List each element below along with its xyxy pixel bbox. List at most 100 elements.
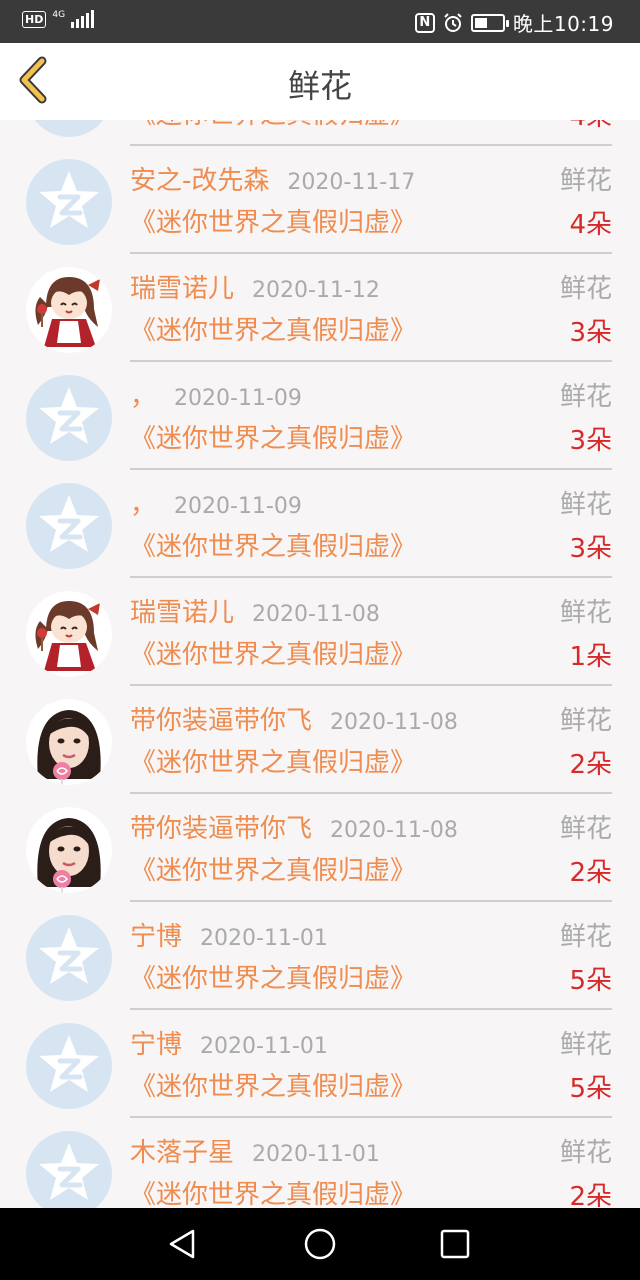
app-header: 鲜花 — [0, 43, 640, 120]
flower-quantity: 4朵 — [569, 210, 612, 240]
list-item[interactable]: 瑞雪诺儿 2020-11-08 鲜花《迷你世界之真假归虚》 1朵 — [0, 580, 640, 688]
gift-date: 2020-11-08 — [252, 602, 380, 627]
row-divider — [130, 1116, 612, 1118]
name-date-line: 带你装逼带你飞 2020-11-08 — [130, 808, 458, 846]
qzone-star-avatar[interactable] — [26, 483, 112, 569]
name-date-line: 宁博 2020-11-01 — [130, 1024, 328, 1062]
status-left: HD 4G — [22, 10, 95, 28]
network-type: 4G — [52, 10, 66, 20]
row-divider — [130, 144, 612, 146]
alarm-icon — [444, 12, 462, 32]
gift-date: 2020-11-12 — [252, 278, 380, 303]
user-name[interactable]: ， — [130, 484, 156, 521]
gift-date: 2020-11-01 — [252, 1142, 380, 1167]
back-triangle-icon[interactable] — [165, 1226, 201, 1262]
user-name[interactable]: 宁博 — [130, 1024, 182, 1061]
row-divider — [130, 252, 612, 254]
gift-date: 2020-11-09 — [174, 386, 302, 411]
flower-quantity: 3朵 — [569, 426, 612, 456]
row-divider — [130, 576, 612, 578]
navigation-bar — [0, 1208, 640, 1280]
battery-icon — [470, 13, 509, 32]
gift-date: 2020-11-08 — [330, 710, 458, 735]
gift-type: 鲜花 — [559, 1030, 612, 1060]
flower-quantity: 3朵 — [569, 318, 612, 348]
name-date-line: 安之-改先森 2020-11-17 — [130, 160, 415, 198]
gift-date: 2020-11-09 — [174, 494, 302, 519]
status-right: N 晚上10:19 — [414, 8, 614, 37]
home-circle-icon[interactable] — [302, 1226, 338, 1262]
gift-type: 鲜花 — [559, 382, 612, 412]
row-divider — [130, 1008, 612, 1010]
map-title-link[interactable]: 《迷你世界之真假归虚》 — [130, 742, 416, 779]
gift-type: 鲜花 — [559, 490, 612, 520]
gift-type: 鲜花 — [559, 598, 612, 628]
anime-girl-avatar[interactable] — [26, 591, 112, 677]
signal-icon — [71, 10, 95, 28]
map-title-link[interactable]: 《迷你世界之真假归虚》 — [130, 634, 416, 671]
user-name[interactable]: 瑞雪诺儿 — [130, 268, 234, 305]
flower-quantity: 2朵 — [569, 1182, 612, 1208]
flower-quantity: 2朵 — [569, 750, 612, 780]
map-title-link[interactable]: 《迷你世界之真假归虚》 — [130, 310, 416, 347]
nfc-icon: N — [414, 12, 435, 33]
list-item[interactable]: 带你装逼带你飞 2020-11-08 鲜花《迷你世界之真假归虚》 2朵 — [0, 688, 640, 796]
gift-date: 2020-11-17 — [287, 170, 416, 195]
flower-quantity: 1朵 — [569, 642, 612, 672]
qzone-star-avatar[interactable] — [26, 120, 112, 137]
map-title-link[interactable]: 《迷你世界之真假归虚》 — [130, 1174, 416, 1208]
list-item[interactable]: ， 2020-11-09 鲜花《迷你世界之真假归虚》 3朵 — [0, 364, 640, 472]
gift-type: 鲜花 — [559, 814, 612, 844]
qzone-star-avatar[interactable] — [26, 1023, 112, 1109]
flower-quantity: 2朵 — [569, 858, 612, 888]
list-item[interactable]: 带你装逼带你飞 2020-11-08 鲜花《迷你世界之真假归虚》 2朵 — [0, 796, 640, 904]
name-date-line: ， 2020-11-09 — [130, 484, 302, 522]
list-item[interactable]: 宁博 2020-11-01 鲜花《迷你世界之真假归虚》 5朵 — [0, 904, 640, 1012]
map-title-link[interactable]: 《迷你世界之真假归虚》 — [130, 120, 416, 131]
qzone-star-avatar[interactable] — [26, 375, 112, 461]
user-name[interactable]: 安之-改先森 — [130, 160, 269, 197]
woman-lollipop-avatar[interactable] — [26, 699, 112, 785]
flower-quantity: 3朵 — [569, 534, 612, 564]
flower-quantity: 5朵 — [569, 966, 612, 996]
list-item[interactable]: ， 2020-11-09 鲜花《迷你世界之真假归虚》 3朵 — [0, 472, 640, 580]
name-date-line: 宁博 2020-11-01 — [130, 916, 328, 954]
list-item[interactable]: 宁博 2020-11-01 鲜花《迷你世界之真假归虚》 5朵 — [0, 1012, 640, 1120]
map-title-link[interactable]: 《迷你世界之真假归虚》 — [130, 958, 416, 995]
qzone-star-avatar[interactable] — [26, 159, 112, 245]
user-name[interactable]: 木落子星 — [130, 1132, 234, 1169]
user-name[interactable]: 带你装逼带你飞 — [130, 700, 312, 737]
map-title-link[interactable]: 《迷你世界之真假归虚》 — [130, 526, 416, 563]
gift-date: 2020-11-08 — [330, 818, 458, 843]
map-title-link[interactable]: 《迷你世界之真假归虚》 — [130, 202, 416, 239]
row-divider — [130, 468, 612, 470]
qzone-star-avatar[interactable] — [26, 1131, 112, 1208]
gift-type: 鲜花 — [559, 706, 612, 736]
gift-date: 2020-11-01 — [200, 1034, 328, 1059]
list-item[interactable]: 木落子星 2020-11-01 鲜花《迷你世界之真假归虚》 2朵 — [0, 1120, 640, 1208]
row-divider — [130, 360, 612, 362]
map-title-link[interactable]: 《迷你世界之真假归虚》 — [130, 1066, 416, 1103]
qzone-star-avatar[interactable] — [26, 915, 112, 1001]
row-divider — [130, 684, 612, 686]
map-title-link[interactable]: 《迷你世界之真假归虚》 — [130, 418, 416, 455]
anime-girl-avatar[interactable] — [26, 267, 112, 353]
list-item[interactable]: 鲜花《迷你世界之真假归虚》4朵 — [0, 120, 640, 148]
woman-lollipop-avatar[interactable] — [26, 807, 112, 893]
recents-square-icon[interactable] — [437, 1226, 473, 1262]
map-title-link[interactable]: 《迷你世界之真假归虚》 — [130, 850, 416, 887]
user-name[interactable]: 带你装逼带你飞 — [130, 808, 312, 845]
list-item[interactable]: 安之-改先森 2020-11-17 鲜花 《迷你世界之真假归虚》 4朵 — [0, 148, 640, 256]
list-item[interactable]: 瑞雪诺儿 2020-11-12 鲜花 《迷你世界之真假归虚》 3朵 — [0, 256, 640, 364]
flower-quantity: 4朵 — [569, 120, 612, 133]
user-name[interactable]: 瑞雪诺儿 — [130, 592, 234, 629]
page-title: 鲜花 — [287, 67, 352, 105]
name-date-line: 木落子星 2020-11-01 — [130, 1132, 380, 1170]
gift-type: 鲜花 — [559, 922, 612, 952]
user-name[interactable]: ， — [130, 376, 156, 413]
gift-type: 鲜花 — [559, 1138, 612, 1168]
row-divider — [130, 792, 612, 794]
flower-quantity: 5朵 — [569, 1074, 612, 1104]
flower-record-list[interactable]: 鲜花《迷你世界之真假归虚》4朵 安之-改先森2020-11-17鲜花《迷你世界之… — [0, 120, 640, 1208]
user-name[interactable]: 宁博 — [130, 916, 182, 953]
